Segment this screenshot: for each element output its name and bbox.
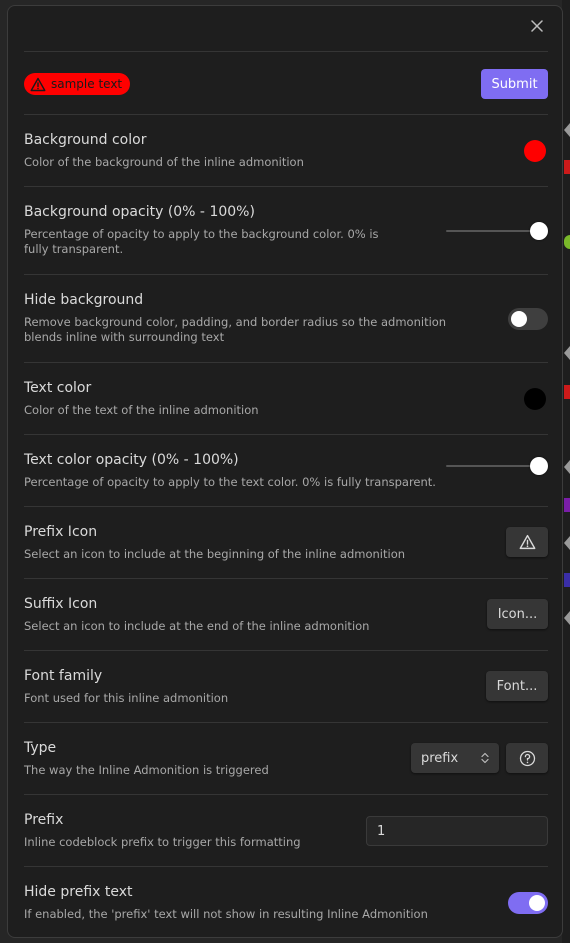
setting-type: Type The way the Inline Admonition is tr… — [24, 740, 548, 780]
divider — [24, 506, 548, 507]
preview-text: sample text — [51, 77, 123, 91]
setting-name: Hide background — [24, 292, 144, 308]
setting-description: The way the Inline Admonition is trigger… — [24, 763, 269, 777]
type-dropdown-value: prefix — [421, 750, 459, 766]
edge-marker — [564, 385, 570, 399]
setting-font-family: Font family Font used for this inline ad… — [24, 668, 548, 708]
slider-track — [446, 465, 540, 467]
edge-marker — [564, 346, 570, 360]
hide-background-toggle[interactable] — [508, 308, 548, 330]
close-icon — [531, 20, 543, 32]
slider-track — [446, 230, 540, 232]
edge-marker — [564, 460, 570, 474]
setting-hide-background: Hide background Remove background color,… — [24, 292, 548, 352]
chevron-updown-icon — [481, 752, 489, 764]
setting-name: Text color — [24, 380, 92, 396]
edge-marker — [564, 123, 570, 137]
help-circle-icon — [519, 750, 535, 766]
divider — [24, 434, 548, 435]
edge-marker — [564, 498, 570, 512]
hide-prefix-text-toggle[interactable] — [508, 892, 548, 914]
close-button[interactable] — [526, 15, 548, 37]
setting-background-opacity: Background opacity (0% - 100%) Percentag… — [24, 204, 548, 264]
divider — [24, 722, 548, 723]
warning-triangle-icon — [519, 534, 535, 550]
setting-hide-prefix-text: Hide prefix text If enabled, the 'prefix… — [24, 884, 548, 924]
divider — [24, 866, 548, 867]
admonition-preview: sample text — [24, 73, 131, 95]
setting-name: Suffix Icon — [24, 596, 98, 612]
toggle-knob — [511, 311, 527, 327]
slider-thumb[interactable] — [530, 222, 548, 240]
slider-thumb[interactable] — [530, 457, 548, 475]
divider — [24, 794, 548, 795]
prefix-icon-button[interactable] — [506, 527, 548, 557]
setting-name: Prefix Icon — [24, 524, 98, 540]
setting-description: Font used for this inline admonition — [24, 691, 229, 705]
setting-description: Inline codeblock prefix to trigger this … — [24, 835, 301, 849]
prefix-input[interactable] — [366, 816, 548, 846]
type-help-button[interactable] — [506, 743, 548, 773]
divider — [24, 51, 548, 52]
text-color-picker[interactable] — [524, 388, 546, 410]
suffix-icon-button[interactable]: Icon... — [487, 599, 548, 629]
setting-suffix-icon: Suffix Icon Select an icon to include at… — [24, 596, 548, 636]
setting-prefix-icon: Prefix Icon Select an icon to include at… — [24, 524, 548, 564]
setting-name: Prefix — [24, 812, 64, 828]
setting-description: Select an icon to include at the end of … — [24, 619, 370, 633]
warning-triangle-icon — [30, 77, 46, 91]
edge-marker — [564, 573, 570, 587]
edge-marker — [564, 611, 570, 625]
setting-description: Color of the background of the inline ad… — [24, 155, 304, 169]
setting-description: Remove background color, padding, and bo… — [24, 315, 447, 344]
edge-marker — [564, 536, 570, 550]
setting-description: Percentage of opacity to apply to the ba… — [24, 227, 379, 256]
divider — [24, 362, 548, 363]
divider — [24, 186, 548, 187]
setting-description: Select an icon to include at the beginni… — [24, 547, 406, 561]
divider — [24, 650, 548, 651]
setting-name: Background opacity (0% - 100%) — [24, 204, 255, 220]
background-opacity-slider[interactable] — [446, 220, 548, 242]
setting-name: Font family — [24, 668, 103, 684]
toggle-knob — [529, 895, 545, 911]
divider — [24, 578, 548, 579]
setting-name: Hide prefix text — [24, 884, 133, 900]
setting-description: If enabled, the 'prefix' text will not s… — [24, 907, 428, 921]
setting-description: Percentage of opacity to apply to the te… — [24, 475, 436, 489]
divider — [24, 114, 548, 115]
setting-name: Type — [24, 740, 57, 756]
setting-text-color: Text color Color of the text of the inli… — [24, 380, 548, 420]
edge-marker — [564, 235, 570, 249]
background-color-picker[interactable] — [524, 140, 546, 162]
setting-prefix: Prefix Inline codeblock prefix to trigge… — [24, 812, 548, 852]
setting-text-color-opacity: Text color opacity (0% - 100%) Percentag… — [24, 452, 548, 492]
submit-button[interactable]: Submit — [481, 69, 548, 99]
font-family-button[interactable]: Font... — [486, 671, 548, 701]
settings-modal: sample text Submit Background color Colo… — [7, 5, 563, 938]
type-dropdown[interactable]: prefix — [411, 743, 499, 773]
setting-name: Background color — [24, 132, 147, 148]
setting-name: Text color opacity (0% - 100%) — [24, 452, 239, 468]
divider — [24, 274, 548, 275]
setting-description: Color of the text of the inline admoniti… — [24, 403, 259, 417]
text-opacity-slider[interactable] — [446, 455, 548, 477]
edge-marker — [564, 160, 570, 174]
setting-background-color: Background color Color of the background… — [24, 132, 548, 172]
